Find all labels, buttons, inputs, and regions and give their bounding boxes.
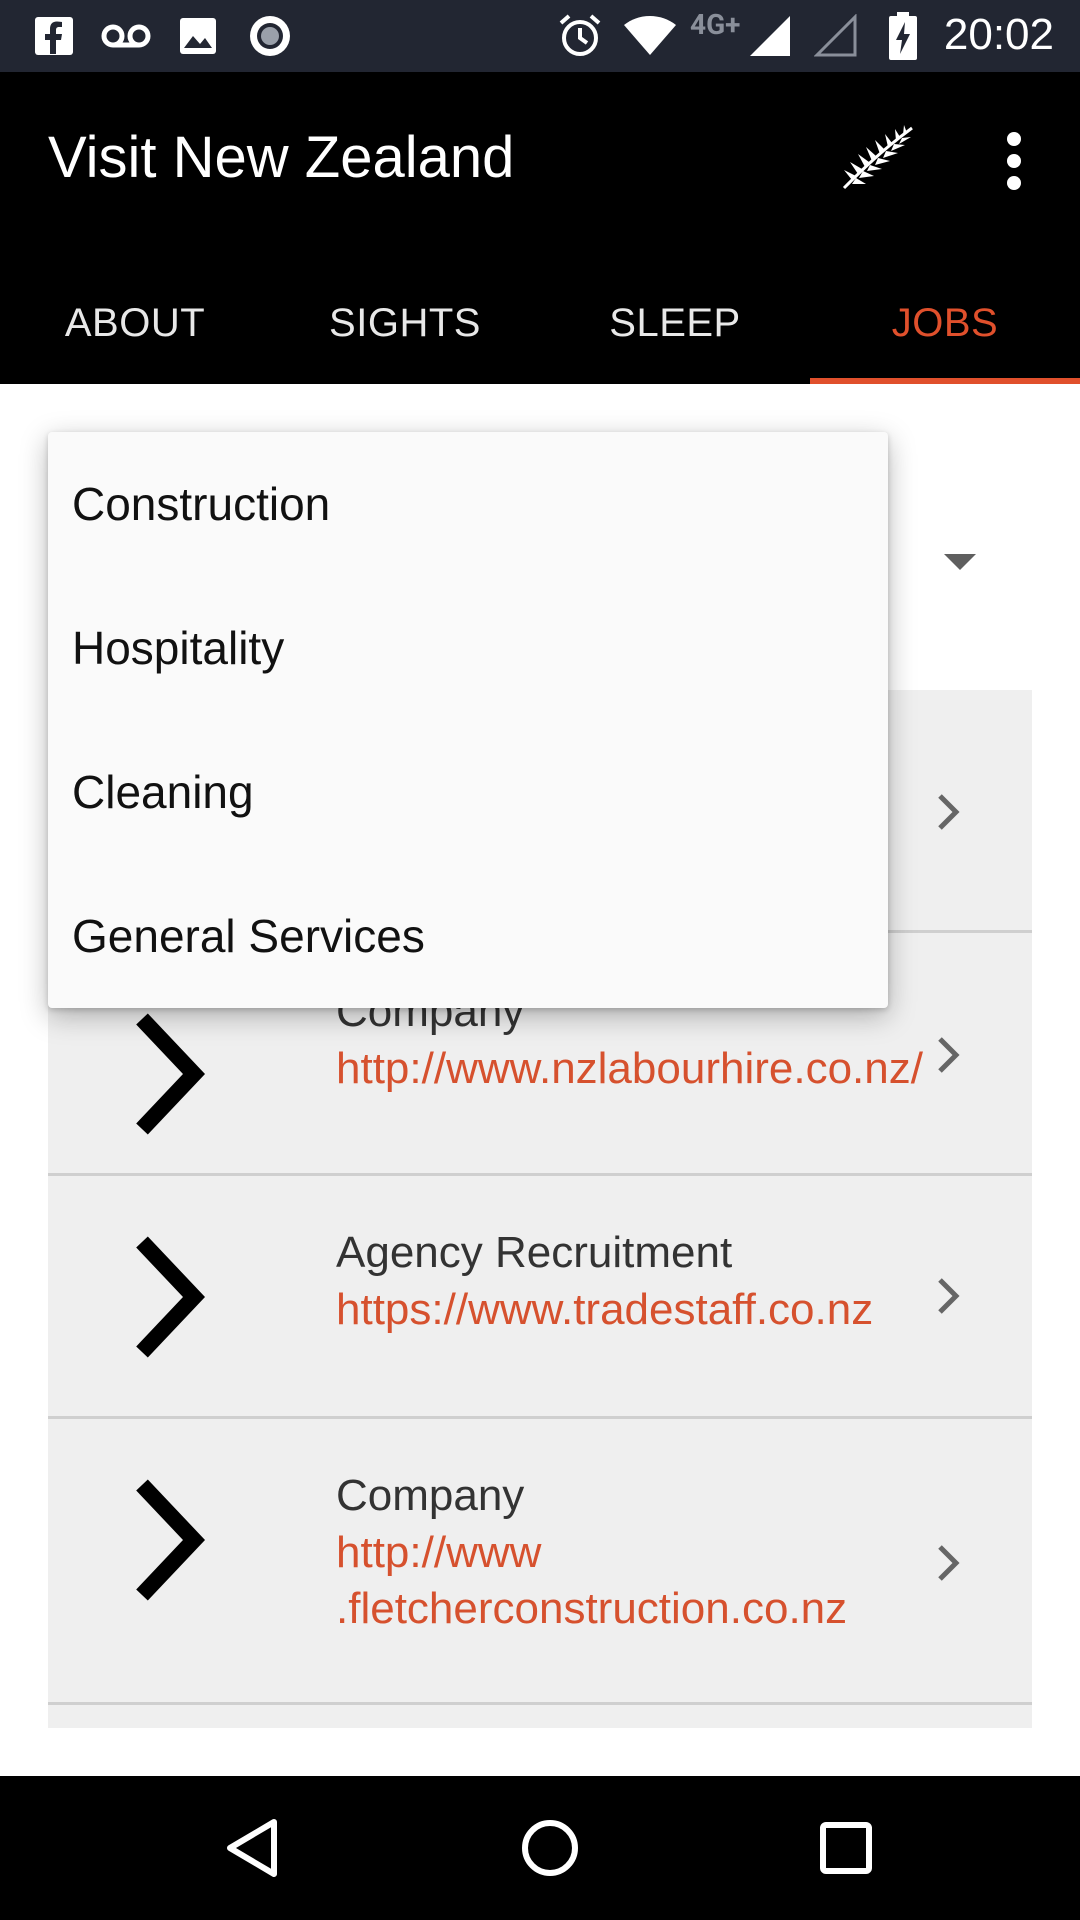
battery-charging-icon [886,12,920,60]
facebook-icon [32,14,76,58]
status-bar: 4G+ 20:02 [0,0,1080,72]
chevron-right-icon [136,1013,206,1135]
dropdown-arrow-icon[interactable] [944,554,976,570]
dropdown-option-cleaning[interactable]: Cleaning [48,720,888,864]
tab-about[interactable]: ABOUT [0,262,270,384]
row-link-line-2[interactable]: .fletcherconstruction.co.nz [336,1581,847,1637]
image-icon [176,14,220,58]
signal-empty-icon [812,14,860,58]
chevron-right-icon [136,1479,206,1601]
dropdown-option-hospitality[interactable]: Hospitality [48,576,888,720]
app-bar: Visit New Zealand ABOUT SIGHTS SLEEP JOB… [0,72,1080,384]
fern-icon[interactable] [840,122,916,192]
row-link[interactable]: http://www.nzlabourhire.co.nz/ [336,1041,923,1097]
row-title: Company [336,1471,525,1520]
overflow-menu-icon[interactable] [996,128,1032,192]
list-item[interactable]: Agency Recruitment https://www.tradestaf… [48,1176,1032,1419]
record-icon [246,14,294,58]
chevron-right-icon [136,1236,206,1358]
voicemail-icon [100,14,152,58]
category-dropdown-menu: Construction Hospitality Cleaning Genera… [48,432,888,1008]
list-item[interactable]: Company http://www .fletcherconstruction… [48,1419,1032,1705]
tab-jobs[interactable]: JOBS [810,262,1080,384]
chevron-right-icon [938,1278,960,1314]
row-link-line-1[interactable]: http://www [336,1525,541,1581]
tab-sights[interactable]: SIGHTS [270,262,540,384]
dropdown-option-construction[interactable]: Construction [48,432,888,576]
tab-sleep[interactable]: SLEEP [540,262,810,384]
home-icon[interactable] [514,1812,586,1884]
alarm-icon [556,14,604,58]
back-icon[interactable] [216,1812,288,1884]
row-link[interactable]: https://www.tradestaff.co.nz [336,1282,873,1338]
network-label: 4G+ [690,8,741,41]
recents-icon[interactable] [810,1812,882,1884]
navigation-bar [0,1776,1080,1920]
chevron-right-icon [938,794,960,830]
row-title: Agency Recruitment [336,1228,733,1277]
chevron-right-icon [938,1037,960,1073]
wifi-icon [622,14,678,58]
tab-bar: ABOUT SIGHTS SLEEP JOBS [0,262,1080,384]
signal-icon [746,14,794,58]
dropdown-option-general-services[interactable]: General Services [48,864,888,1008]
app-title: Visit New Zealand [48,125,515,190]
status-time: 20:02 [943,10,1054,59]
chevron-right-icon [938,1545,960,1581]
